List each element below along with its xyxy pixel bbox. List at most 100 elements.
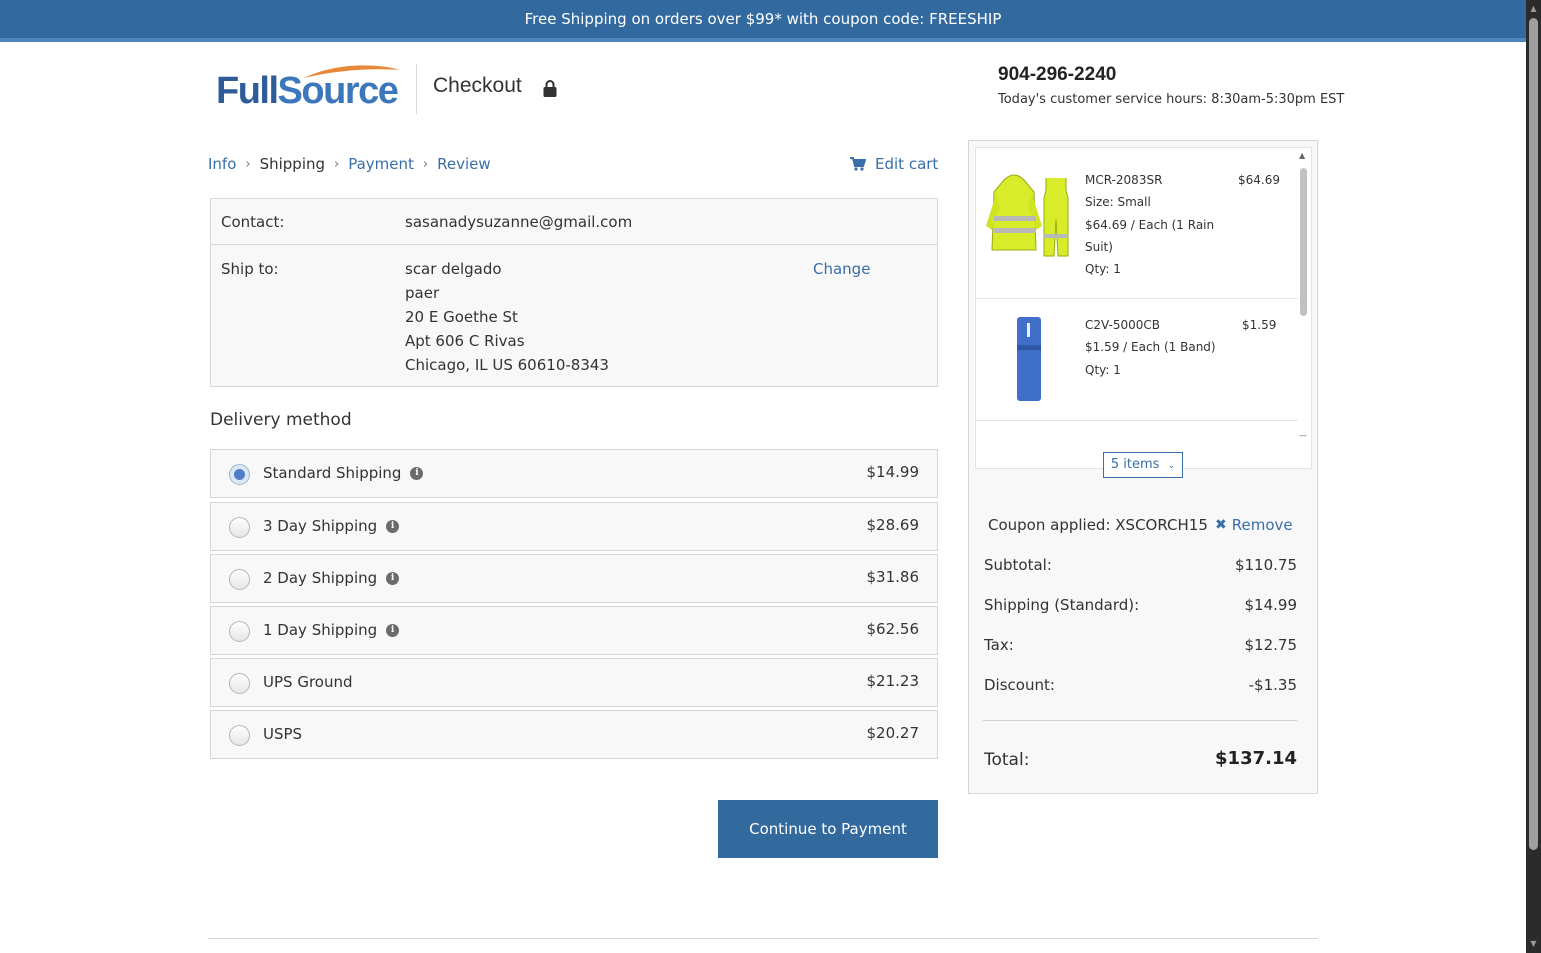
page-scrollbar[interactable]: ▲ ▼: [1526, 0, 1541, 953]
fullsource-logo[interactable]: FullSource: [216, 64, 402, 114]
order-summary: MCR-2083SR $64.69 Size: Small $64.69 / E…: [968, 140, 1318, 794]
cart-scroll-up-icon[interactable]: ▲: [1299, 151, 1305, 160]
breadcrumb-shipping: Shipping: [259, 155, 326, 173]
continue-to-payment-button[interactable]: Continue to Payment: [718, 800, 938, 858]
change-address-link[interactable]: Change: [813, 257, 870, 281]
breadcrumb-separator: ›: [422, 156, 429, 172]
subtotal-label: Subtotal:: [984, 556, 1052, 574]
cart-item: C2V-5000CB $1.59 $1.59 / Each (1 Band) Q…: [976, 299, 1298, 421]
shipping-value: $14.99: [1244, 596, 1298, 614]
shipping-option-label: 3 Day Shipping: [263, 517, 378, 535]
cart-scroll-down-icon[interactable]: —: [1299, 431, 1307, 440]
footer-divider: [208, 938, 1318, 939]
contact-row: Contact: sasanadysuzanne@gmail.com: [211, 199, 937, 245]
band-image: [1017, 317, 1041, 401]
scroll-up-arrow-icon[interactable]: ▲: [1526, 2, 1541, 16]
radio-standard[interactable]: [229, 464, 250, 485]
edit-cart-label: Edit cart: [875, 155, 939, 173]
radio-ups-ground[interactable]: [229, 673, 250, 694]
close-icon: ✖: [1215, 517, 1227, 533]
cart-scroll-thumb[interactable]: [1300, 168, 1307, 316]
shipping-option-label: USPS: [263, 725, 303, 743]
shipping-option-price: $21.23: [866, 672, 920, 690]
tax-value: $12.75: [1244, 636, 1298, 654]
shipping-option-name: 1 Day Shipping i: [263, 621, 400, 639]
cart-item-price: $64.69: [1238, 173, 1280, 187]
shipping-option-ups-ground[interactable]: UPS Ground $21.23: [210, 658, 938, 707]
shipping-option-name: 2 Day Shipping i: [263, 569, 400, 587]
promo-banner: Free Shipping on orders over $99* with c…: [0, 0, 1526, 42]
contact-label: Contact:: [221, 213, 285, 231]
cart-item: MCR-2083SR $64.69 Size: Small $64.69 / E…: [976, 148, 1298, 299]
ship-to-row: Ship to: scar delgado paer 20 E Goethe S…: [211, 245, 937, 387]
items-toggle-button[interactable]: 5 items ⌄: [1103, 452, 1183, 478]
shipping-option-label: 1 Day Shipping: [263, 621, 378, 639]
breadcrumb-info[interactable]: Info: [208, 155, 236, 173]
cart-item-unit-price: $64.69 / Each (1 Rain: [1085, 218, 1215, 232]
ship-to-label: Ship to:: [221, 260, 279, 278]
address-line: scar delgado: [405, 260, 502, 278]
cart-scrollbar[interactable]: ▲ —: [1296, 148, 1311, 468]
shipping-option-price: $14.99: [866, 463, 920, 481]
shipping-option-name: 3 Day Shipping i: [263, 517, 400, 535]
shipping-option-label: UPS Ground: [263, 673, 353, 691]
address-line: Apt 606 C Rivas: [405, 332, 525, 350]
address-line: paer: [405, 284, 440, 302]
cart-item-price: $1.59: [1242, 318, 1277, 332]
header-divider: [416, 64, 417, 114]
radio-1-day[interactable]: [229, 621, 250, 642]
shipping-option-2-day[interactable]: 2 Day Shipping i $31.86: [210, 554, 938, 603]
discount-value: -$1.35: [1248, 676, 1297, 694]
info-icon[interactable]: i: [386, 519, 400, 533]
info-icon[interactable]: i: [386, 571, 400, 585]
radio-2-day[interactable]: [229, 569, 250, 590]
shipping-option-label: 2 Day Shipping: [263, 569, 378, 587]
service-hours: Today's customer service hours: 8:30am-5…: [998, 92, 1345, 107]
scrollbar-thumb[interactable]: [1529, 18, 1538, 850]
shipping-option-price: $62.56: [866, 620, 920, 638]
shipping-option-3-day[interactable]: 3 Day Shipping i $28.69: [210, 502, 938, 551]
lock-icon: [543, 80, 557, 97]
shipping-option-label: Standard Shipping: [263, 464, 402, 482]
logo-text: FullSource: [216, 70, 399, 112]
shipping-option-price: $20.27: [866, 724, 920, 742]
shipping-option-price: $31.86: [866, 568, 920, 586]
shipping-option-price: $28.69: [866, 516, 920, 534]
cart-item-unit-price: $1.59 / Each (1 Band): [1085, 340, 1216, 354]
remove-coupon-label: Remove: [1231, 516, 1293, 534]
total-label: Total:: [984, 750, 1030, 770]
cart-icon: [850, 157, 866, 171]
shipping-option-standard[interactable]: Standard Shipping i $14.99: [210, 449, 938, 498]
remove-coupon-link[interactable]: ✖ Remove: [1215, 516, 1293, 534]
info-icon[interactable]: i: [410, 466, 424, 480]
phone-number[interactable]: 904-296-2240: [998, 64, 1116, 86]
shipping-label: Shipping (Standard):: [984, 596, 1140, 614]
shipping-option-usps[interactable]: USPS $20.27: [210, 710, 938, 759]
breadcrumb-review[interactable]: Review: [437, 155, 491, 173]
breadcrumb-payment[interactable]: Payment: [348, 155, 414, 173]
shipping-option-name: Standard Shipping i: [263, 464, 424, 482]
cart-item-sku[interactable]: C2V-5000CB: [1085, 318, 1160, 332]
info-icon[interactable]: i: [386, 623, 400, 637]
items-toggle-label: 5 items: [1110, 457, 1160, 472]
breadcrumb-separator: ›: [334, 156, 340, 172]
delivery-method-title: Delivery method: [210, 410, 352, 430]
breadcrumb-separator: ›: [245, 156, 251, 172]
radio-usps[interactable]: [229, 725, 250, 746]
coupon-applied-text: Coupon applied: XSCORCH15: [988, 516, 1208, 534]
shipping-option-1-day[interactable]: 1 Day Shipping i $62.56: [210, 606, 938, 655]
breadcrumb: Info › Shipping › Payment › Review: [208, 155, 491, 173]
cart-item-qty: Qty: 1: [1085, 363, 1121, 377]
total-value: $137.14: [1215, 748, 1297, 769]
cart-items-list[interactable]: MCR-2083SR $64.69 Size: Small $64.69 / E…: [975, 147, 1312, 469]
scroll-down-arrow-icon[interactable]: ▼: [1526, 937, 1541, 951]
address-line: 20 E Goethe St: [405, 308, 518, 326]
address-line: Chicago, IL US 60610-8343: [405, 356, 609, 374]
cart-item-sku[interactable]: MCR-2083SR: [1085, 173, 1162, 187]
customer-info-box: Contact: sasanadysuzanne@gmail.com Ship …: [210, 198, 938, 387]
chevron-down-icon: ⌄: [1167, 461, 1176, 471]
ship-to-address: scar delgado paer 20 E Goethe St Apt 606…: [405, 257, 609, 377]
rain-suit-image: [986, 174, 1069, 257]
edit-cart-link[interactable]: Edit cart: [850, 155, 938, 173]
radio-3-day[interactable]: [229, 517, 250, 538]
